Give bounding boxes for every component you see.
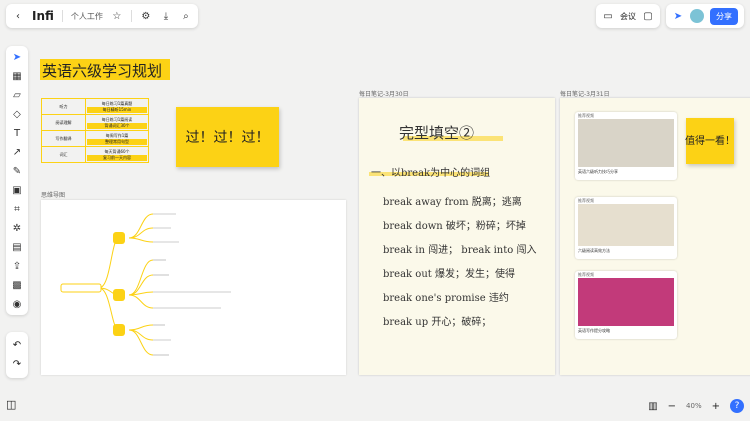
- zoom-in-icon[interactable]: +: [712, 401, 720, 412]
- note-line: break in 闯进； break into 闯入: [383, 245, 537, 256]
- video-card[interactable]: 推荐视频六级阅读高效方法: [575, 197, 677, 259]
- breadcrumb[interactable]: 个人工作: [71, 11, 103, 22]
- pen-icon[interactable]: ✎: [10, 164, 24, 178]
- video-thumbnail[interactable]: [578, 119, 674, 167]
- card-caption: 英语六级听力技巧分享: [578, 169, 618, 174]
- cell-line: 整理常用句型: [87, 138, 147, 145]
- mindmap-frame[interactable]: [41, 200, 346, 375]
- note-line: break up 开心；破碎；: [383, 317, 492, 328]
- plan-table[interactable]: 听力 每日练习1篇真题 每日精听15min 阅读理解 每日练习1篇阅读 背诵词汇30个 写作…: [41, 98, 149, 163]
- top-left-bar: ‹ Infi 个人工作 ☆ ⚙ ⤓ ⌕: [6, 4, 198, 28]
- redo-icon[interactable]: ↷: [13, 359, 21, 370]
- template-icon[interactable]: ◉: [10, 297, 24, 311]
- table-cell: 词汇: [41, 146, 86, 163]
- card-source: 推荐视频: [578, 198, 594, 203]
- divider: [130, 10, 132, 22]
- upload-icon[interactable]: ⇪: [10, 259, 24, 273]
- video-icon[interactable]: ▭: [602, 10, 614, 22]
- video-thumbnail[interactable]: [578, 278, 674, 326]
- table-cell: 每天背诵60个 复习前一天内容: [85, 146, 149, 163]
- card-source: 推荐视频: [578, 113, 594, 118]
- shape-icon[interactable]: ◇: [10, 107, 24, 121]
- cell-line: 背诵词汇30个: [87, 122, 147, 129]
- comment-icon[interactable]: ▢: [642, 10, 654, 22]
- table-row: 听力 每日练习1篇真题 每日精听15min: [41, 98, 149, 115]
- mindmap-diagram: [60, 213, 231, 356]
- card-caption: 六级阅读高效方法: [578, 248, 610, 253]
- arrow-icon[interactable]: ↗: [10, 145, 24, 159]
- sticky-note[interactable]: 过！过！过！: [176, 107, 279, 167]
- note-line: break down 破坏；粉碎；坏掉: [383, 221, 526, 232]
- collab-pill: ➤ 分享: [666, 4, 744, 28]
- note-title: 完型填空②: [399, 124, 475, 142]
- undo-icon[interactable]: ↶: [13, 340, 21, 351]
- top-right-bar: ▭ 会议 ▢ ➤ 分享: [596, 4, 744, 28]
- frame-icon[interactable]: ▦: [10, 69, 24, 83]
- zoom-out-icon[interactable]: −: [668, 401, 676, 412]
- zoom-bar: ▥ − 40% + ?: [648, 397, 744, 415]
- zoom-level[interactable]: 40%: [686, 402, 702, 410]
- search-icon[interactable]: ⌕: [180, 10, 192, 22]
- app-title: Infi: [32, 9, 54, 23]
- daily-note-card[interactable]: 完型填空② 一、以break为中心的词组 break away from 脱离；…: [359, 98, 555, 375]
- meeting-label[interactable]: 会议: [620, 11, 636, 22]
- note-line: break away from 脱离；逃离: [383, 197, 522, 208]
- table-cell: 每日练习1篇真题 每日精听15min: [85, 98, 149, 115]
- note1-label[interactable]: 每日笔记-3月30日: [359, 89, 409, 98]
- sticky-note[interactable]: 值得一看！: [685, 118, 735, 164]
- note2-label[interactable]: 每日笔记-3月31日: [560, 89, 610, 98]
- select-icon[interactable]: ➤: [10, 50, 24, 64]
- left-toolbar: ➤ ▦ ▱ ◇ T ↗ ✎ ▣ ⌗ ✲ ▤ ⇪ ▩ ◉: [6, 46, 28, 315]
- meeting-pill: ▭ 会议 ▢: [596, 4, 660, 28]
- video-card[interactable]: 推荐视频英语写作提分攻略: [575, 271, 677, 339]
- video-card[interactable]: 推荐视频英语六级听力技巧分享: [575, 112, 677, 180]
- video-thumbnail[interactable]: [578, 204, 674, 246]
- star-icon[interactable]: ☆: [111, 10, 123, 22]
- mindmap-label[interactable]: 思维导图: [41, 190, 65, 199]
- share-button[interactable]: 分享: [710, 7, 738, 25]
- table-row: 词汇 每天背诵60个 复习前一天内容: [41, 146, 149, 163]
- page-title[interactable]: 英语六级学习规划: [40, 59, 171, 80]
- sticky-note-icon[interactable]: ▱: [10, 88, 24, 102]
- table-cell: 写作翻译: [41, 130, 86, 147]
- gear-icon[interactable]: ⚙: [140, 10, 152, 22]
- cell-line: 每日精听15min: [87, 106, 147, 113]
- cell-line: 复习前一天内容: [87, 154, 147, 161]
- help-icon[interactable]: ?: [730, 399, 744, 413]
- table-row: 阅读理解 每日练习1篇阅读 背诵词汇30个: [41, 114, 149, 131]
- note-line: break out 爆发；发生；使得: [383, 269, 515, 280]
- image-icon[interactable]: ▣: [10, 183, 24, 197]
- note-subtitle: 一、以break为中心的词组: [371, 168, 491, 179]
- undo-redo-bar: ↶ ↷: [6, 332, 28, 378]
- table-icon[interactable]: ▤: [10, 240, 24, 254]
- note-line: break one's promise 违约: [383, 293, 509, 304]
- table-row: 写作翻译 每周写作1篇 整理常用句型: [41, 130, 149, 147]
- widget-icon[interactable]: ▩: [10, 278, 24, 292]
- download-icon[interactable]: ⤓: [160, 10, 172, 22]
- cursor-icon[interactable]: ➤: [672, 10, 684, 22]
- divider: [61, 10, 63, 22]
- map-icon[interactable]: ▥: [648, 401, 657, 412]
- back-icon[interactable]: ‹: [12, 10, 24, 22]
- card-source: 推荐视频: [578, 272, 594, 277]
- table-cell: 每周写作1篇 整理常用句型: [85, 130, 149, 147]
- avatar[interactable]: [690, 9, 704, 23]
- text-icon[interactable]: T: [10, 126, 24, 140]
- card-caption: 英语写作提分攻略: [578, 328, 610, 333]
- sidebar-toggle-icon[interactable]: ◫: [6, 398, 16, 411]
- table-cell: 每日练习1篇阅读 背诵词汇30个: [85, 114, 149, 131]
- table-cell: 阅读理解: [41, 114, 86, 131]
- table-cell: 听力: [41, 98, 86, 115]
- mindmap-icon[interactable]: ✲: [10, 221, 24, 235]
- crop-icon[interactable]: ⌗: [10, 202, 24, 216]
